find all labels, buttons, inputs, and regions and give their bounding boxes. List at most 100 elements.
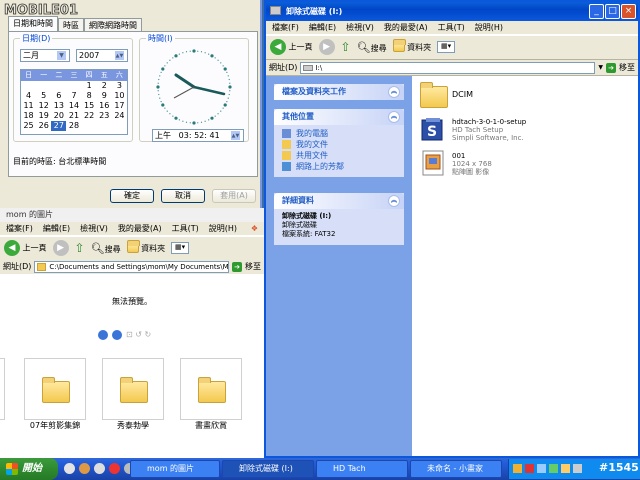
- apply-button[interactable]: 套用(A): [212, 189, 256, 203]
- calendar-day[interactable]: 6: [51, 91, 66, 101]
- quick-launch-icon[interactable]: [109, 463, 120, 474]
- previous-image-icon[interactable]: [98, 330, 108, 340]
- go-arrow-icon[interactable]: ➔: [232, 261, 242, 272]
- chevron-down-icon[interactable]: ▼: [598, 64, 603, 71]
- menu-edit[interactable]: 編輯(E): [309, 21, 336, 34]
- tab-date-time[interactable]: 日期和時間: [8, 16, 58, 31]
- tray-icon[interactable]: [573, 464, 582, 473]
- calendar-day[interactable]: 13: [51, 101, 66, 111]
- calendar-day[interactable]: 18: [21, 111, 36, 121]
- views-button[interactable]: ▦▾: [171, 242, 190, 254]
- menu-tools[interactable]: 工具(T): [438, 21, 465, 34]
- menu-favorites[interactable]: 我的最愛(A): [118, 222, 162, 235]
- task-pictures[interactable]: mom 的圖片: [130, 460, 220, 478]
- next-image-icon[interactable]: [112, 330, 122, 340]
- menu-help[interactable]: 說明(H): [475, 21, 503, 34]
- menu-tools[interactable]: 工具(T): [172, 222, 199, 235]
- views-button[interactable]: ▦▾: [437, 41, 456, 53]
- calendar-day[interactable]: 9: [97, 91, 112, 101]
- tray-icon[interactable]: [537, 464, 546, 473]
- go-label[interactable]: 移至: [245, 261, 261, 272]
- calendar-day[interactable]: 15: [82, 101, 97, 111]
- calendar-day[interactable]: 14: [66, 101, 81, 111]
- forward-button[interactable]: ▶: [52, 240, 69, 256]
- details-header[interactable]: 詳細資料 ︽: [274, 193, 404, 209]
- calendar-day[interactable]: 4: [21, 91, 36, 101]
- folders-button[interactable]: 資料夾: [392, 38, 431, 53]
- calendar-day[interactable]: 11: [21, 101, 36, 111]
- menu-favorites[interactable]: 我的最愛(A): [384, 21, 428, 34]
- go-label[interactable]: 移至: [619, 62, 635, 73]
- cancel-button[interactable]: 取消: [161, 189, 205, 203]
- go-arrow-icon[interactable]: ➔: [606, 62, 616, 73]
- calendar-day[interactable]: 3: [112, 81, 127, 91]
- back-button[interactable]: ◀ 上一頁: [270, 39, 313, 55]
- back-button[interactable]: ◀ 上一頁: [4, 240, 47, 256]
- menu-help[interactable]: 說明(H): [209, 222, 237, 235]
- calendar-day[interactable]: 27: [51, 121, 67, 131]
- calendar-day[interactable]: 8: [82, 91, 97, 101]
- calendar-day[interactable]: 20: [51, 111, 66, 121]
- calendar-day[interactable]: 22: [82, 111, 97, 121]
- calendar-day[interactable]: 10: [112, 91, 127, 101]
- calendar-day[interactable]: 26: [36, 121, 51, 131]
- quick-launch-icon[interactable]: [79, 463, 90, 474]
- calendar-day[interactable]: 1: [82, 81, 97, 91]
- minimize-button[interactable]: _: [589, 4, 604, 19]
- calendar-day[interactable]: 21: [66, 111, 81, 121]
- calendar-day[interactable]: 24: [112, 111, 127, 121]
- folder-thumbnail[interactable]: [180, 358, 242, 420]
- rotate-icons[interactable]: ⊡ ↺ ↻: [126, 330, 151, 340]
- menu-view[interactable]: 檢視(V): [346, 21, 374, 34]
- tab-time-zone[interactable]: 時區: [58, 18, 84, 31]
- up-folder-icon[interactable]: ⇧: [75, 241, 85, 255]
- task-paint[interactable]: 未命名 - 小畫家: [410, 460, 502, 478]
- ok-button[interactable]: 確定: [110, 189, 154, 203]
- menu-edit[interactable]: 編輯(E): [43, 222, 70, 235]
- search-button[interactable]: 🔍︎搜尋: [357, 41, 387, 54]
- tab-internet-time[interactable]: 網際網路時間: [84, 18, 142, 31]
- tray-icon[interactable]: [513, 464, 522, 473]
- other-place-link[interactable]: 我的文件: [274, 139, 404, 150]
- forward-button[interactable]: ▶: [318, 39, 335, 55]
- up-folder-icon[interactable]: ⇧: [341, 40, 351, 54]
- calendar-day[interactable]: 5: [36, 91, 51, 101]
- calendar-day[interactable]: 16: [97, 101, 112, 111]
- address-input[interactable]: I:\: [300, 61, 596, 74]
- month-select[interactable]: 二月 ▼: [20, 49, 70, 62]
- menu-file[interactable]: 檔案(F): [6, 222, 33, 235]
- menu-view[interactable]: 檢視(V): [80, 222, 108, 235]
- search-button[interactable]: 🔍︎搜尋: [91, 242, 121, 255]
- file-item[interactable]: S hdtach-3-0-1-0-setup HD Tach Setup Sim…: [418, 114, 618, 144]
- other-places-header[interactable]: 其他位置 ︽: [274, 109, 404, 125]
- calendar-day[interactable]: 7: [66, 91, 81, 101]
- folder-thumbnail[interactable]: [24, 358, 86, 420]
- calendar-day[interactable]: 23: [97, 111, 112, 121]
- quick-launch-icon[interactable]: [64, 463, 75, 474]
- tray-icon[interactable]: [561, 464, 570, 473]
- file-item[interactable]: DCIM: [418, 80, 618, 108]
- calendar-day[interactable]: 25: [21, 121, 36, 131]
- folder-thumbnail[interactable]: [102, 358, 164, 420]
- maximize-button[interactable]: □: [605, 4, 620, 19]
- calendar-day[interactable]: 2: [97, 81, 112, 91]
- other-place-link[interactable]: 共用文件: [274, 150, 404, 161]
- calendar-day[interactable]: 28: [66, 121, 81, 131]
- close-button[interactable]: ×: [621, 4, 636, 19]
- folders-button[interactable]: 資料夾: [126, 239, 165, 254]
- year-spinner[interactable]: 2007 ▲▼: [76, 49, 128, 62]
- calendar-day[interactable]: 12: [36, 101, 51, 111]
- address-input[interactable]: C:\Documents and Settings\mom\My Documen…: [34, 260, 229, 273]
- calendar-day[interactable]: 17: [112, 101, 127, 111]
- menu-file[interactable]: 檔案(F): [272, 21, 299, 34]
- other-place-link[interactable]: 我的電腦: [274, 128, 404, 139]
- tray-icon[interactable]: [549, 464, 558, 473]
- tray-icon[interactable]: [525, 464, 534, 473]
- quick-launch-icon[interactable]: [94, 463, 105, 474]
- time-spinner[interactable]: 上午 03: 52: 41 ▲▼: [152, 129, 244, 142]
- start-button[interactable]: 開始: [0, 458, 58, 480]
- task-removable-disk[interactable]: 卸除式磁碟 (I:): [222, 460, 314, 478]
- task-hd-tach[interactable]: HD Tach: [316, 460, 408, 478]
- calendar-day[interactable]: 19: [36, 111, 51, 121]
- file-item[interactable]: 001 1024 x 768 點陣圖 影像: [418, 150, 618, 180]
